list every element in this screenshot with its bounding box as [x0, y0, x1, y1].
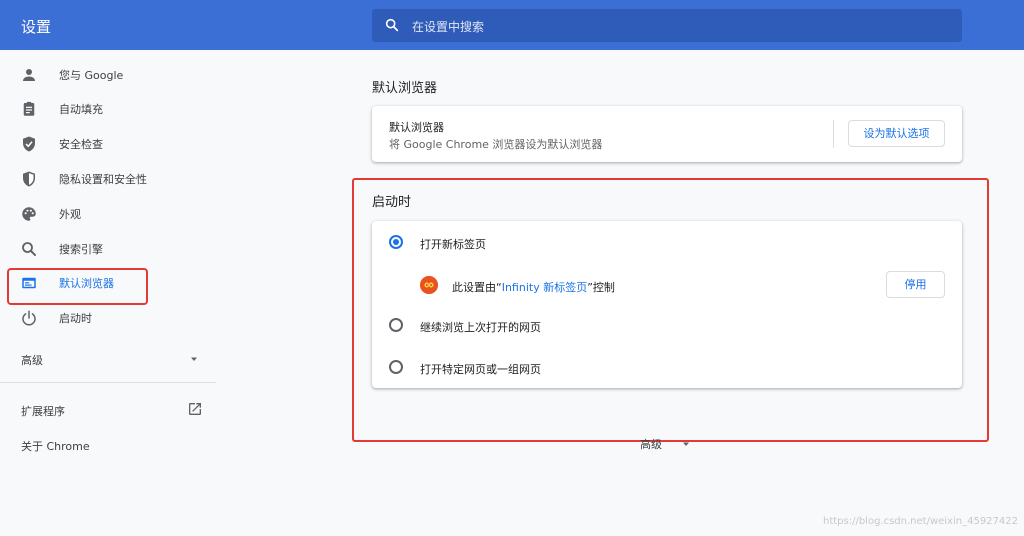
open-in-new-icon [189, 403, 201, 415]
sidebar-item-autofill[interactable]: 自动填充 [0, 92, 216, 126]
app-title: 设置 [21, 18, 52, 36]
vertical-divider [833, 120, 834, 148]
sidebar-item-safety-check[interactable]: 安全检查 [0, 127, 216, 161]
privacy-shield-icon [23, 171, 35, 187]
chevron-down-icon [683, 442, 689, 446]
sidebar-item-on-startup[interactable]: 启动时 [0, 301, 216, 335]
annotation-highlight-box [7, 268, 148, 305]
sidebar-divider [0, 382, 216, 383]
sidebar-item-you-and-google[interactable]: 您与 Google [0, 58, 216, 92]
sidebar-item-label: 搜索引擎 [59, 243, 103, 256]
search-placeholder: 在设置中搜索 [412, 20, 485, 34]
clipboard-icon [23, 101, 35, 116]
about-label: 关于 Chrome [21, 440, 90, 453]
default-browser-card-title: 默认浏览器 [389, 121, 444, 134]
sidebar-item-privacy[interactable]: 隐私设置和安全性 [0, 162, 216, 196]
sidebar-item-appearance[interactable]: 外观 [0, 197, 216, 231]
shield-check-icon [23, 136, 35, 152]
extensions-label: 扩展程序 [21, 405, 65, 418]
sidebar-item-label: 隐私设置和安全性 [59, 173, 147, 186]
advanced-label: 高级 [640, 438, 662, 451]
palette-icon [22, 207, 36, 221]
advanced-label: 高级 [21, 354, 43, 367]
sidebar-item-search-engine[interactable]: 搜索引擎 [0, 232, 216, 266]
sidebar-item-about-chrome[interactable]: 关于 Chrome [0, 430, 216, 460]
make-default-button[interactable]: 设为默认选项 [848, 120, 945, 147]
default-browser-card-subtitle: 将 Google Chrome 浏览器设为默认浏览器 [389, 138, 603, 151]
person-icon [23, 69, 35, 81]
search-icon [385, 18, 399, 32]
sidebar-item-label: 安全检查 [59, 138, 103, 151]
power-icon [22, 310, 36, 326]
top-bar: 设置 在设置中搜索 [0, 0, 1024, 50]
default-browser-section-title: 默认浏览器 [372, 81, 438, 96]
search-input[interactable]: 在设置中搜索 [372, 9, 962, 42]
sidebar-item-label: 自动填充 [59, 103, 103, 116]
sidebar-item-extensions[interactable]: 扩展程序 [0, 395, 216, 425]
sidebar-advanced-toggle[interactable]: 高级 [0, 342, 216, 376]
search-icon [22, 242, 36, 256]
annotation-highlight-box [352, 178, 989, 442]
watermark: https://blog.csdn.net/weixin_45927422 [822, 516, 1018, 527]
chevron-down-icon [191, 357, 197, 361]
sidebar-item-label: 外观 [59, 208, 81, 221]
sidebar: 您与 Google 自动填充 安全检查 隐私设置和安全性 外观 搜索引擎 默认浏… [0, 50, 216, 536]
sidebar-item-label: 您与 Google [59, 69, 124, 82]
default-browser-card: 默认浏览器 将 Google Chrome 浏览器设为默认浏览器 设为默认选项 [372, 106, 962, 162]
sidebar-item-label: 启动时 [59, 312, 92, 325]
